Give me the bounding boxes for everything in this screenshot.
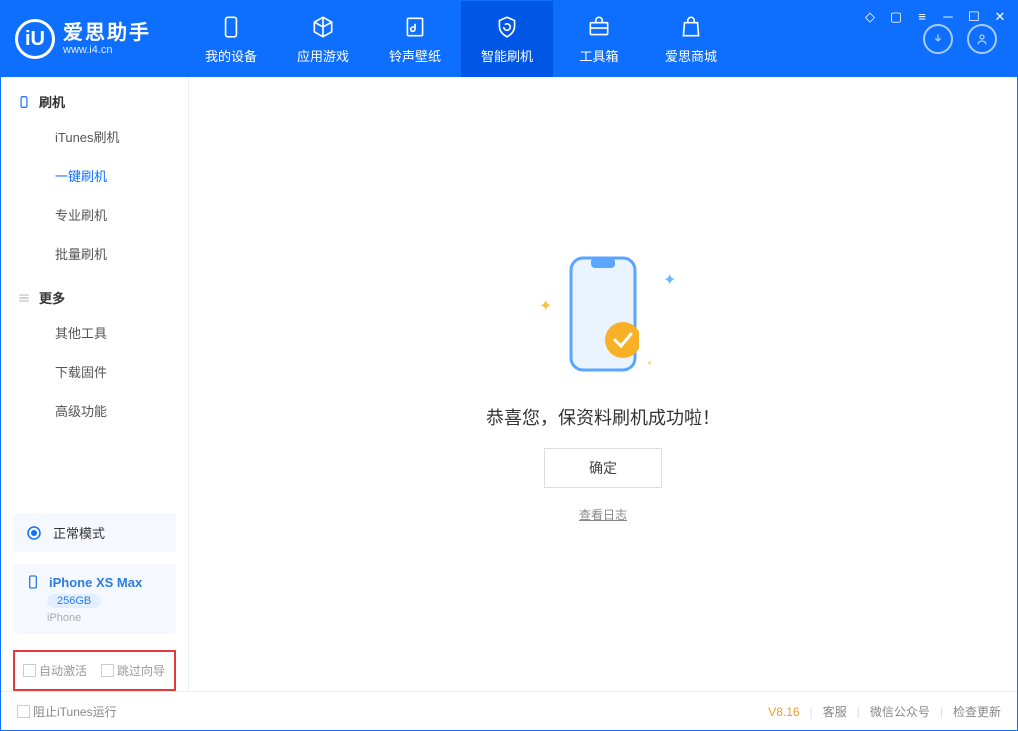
phone-small-icon <box>17 95 31 109</box>
tab-store[interactable]: 爱思商城 <box>645 1 737 77</box>
tab-store-label: 爱思商城 <box>665 46 717 65</box>
version-label: V8.16 <box>768 705 799 719</box>
view-log-link[interactable]: 查看日志 <box>579 506 627 523</box>
main-content: ✦ ✦ ✦ 恭喜您，保资料刷机成功啦！ 确定 查看日志 <box>189 77 1017 691</box>
menu-icon[interactable]: ≡ <box>915 9 929 24</box>
music-icon <box>402 14 428 40</box>
window-controls: ◇ ▢ ≡ － ☐ ✕ <box>863 7 1007 26</box>
tab-apps-label: 应用游戏 <box>297 46 349 65</box>
tab-apps[interactable]: 应用游戏 <box>277 1 369 77</box>
list-icon <box>17 291 31 305</box>
minimize-button[interactable]: － <box>941 7 955 26</box>
tab-flash[interactable]: 智能刷机 <box>461 1 553 77</box>
sidebar-item-itunes[interactable]: iTunes刷机 <box>1 117 188 156</box>
feedback-icon[interactable]: ▢ <box>889 9 903 25</box>
sidebar-section-more-label: 更多 <box>39 288 65 307</box>
toolbox-icon <box>586 14 612 40</box>
device-name: iPhone XS Max <box>49 575 142 590</box>
logo-icon: iU <box>15 19 55 59</box>
app-name: 爱思助手 <box>63 22 151 44</box>
auto-activate-checkbox[interactable]: 自动激活 <box>23 662 87 679</box>
tab-tools-label: 工具箱 <box>579 46 618 65</box>
customer-service-link[interactable]: 客服 <box>823 703 847 720</box>
app-logo: iU 爱思助手 www.i4.cn <box>15 19 185 59</box>
tab-tools[interactable]: 工具箱 <box>553 1 645 77</box>
header-right <box>923 24 997 54</box>
sidebar: 刷机 iTunes刷机 一键刷机 专业刷机 批量刷机 更多 其他工具 下载固件 … <box>1 77 189 691</box>
ok-button[interactable]: 确定 <box>544 448 662 488</box>
user-icon <box>974 31 990 47</box>
shield-refresh-icon <box>494 14 520 40</box>
sidebar-item-firmware[interactable]: 下载固件 <box>1 352 188 391</box>
tab-device[interactable]: 我的设备 <box>185 1 277 77</box>
close-button[interactable]: ✕ <box>993 9 1007 25</box>
phone-icon <box>218 14 244 40</box>
sidebar-section-more: 更多 <box>1 273 188 313</box>
skip-guide-checkbox[interactable]: 跳过向导 <box>101 662 165 679</box>
sidebar-section-flash: 刷机 <box>1 77 188 117</box>
device-capacity: 256GB <box>47 594 101 608</box>
device-icon <box>25 574 41 590</box>
sidebar-item-other[interactable]: 其他工具 <box>1 313 188 352</box>
device-type: iPhone <box>47 612 81 624</box>
skip-guide-label: 跳过向导 <box>117 664 165 678</box>
maximize-button[interactable]: ☐ <box>967 9 981 25</box>
bag-icon <box>678 14 704 40</box>
tab-ringtone[interactable]: 铃声壁纸 <box>369 1 461 77</box>
wechat-link[interactable]: 微信公众号 <box>870 703 930 720</box>
main-tabs: 我的设备 应用游戏 铃声壁纸 智能刷机 工具箱 爱思商城 <box>185 1 737 77</box>
tab-ringtone-label: 铃声壁纸 <box>389 46 441 65</box>
sidebar-item-advanced[interactable]: 高级功能 <box>1 391 188 430</box>
download-button[interactable] <box>923 24 953 54</box>
sidebar-item-batch[interactable]: 批量刷机 <box>1 234 188 273</box>
tab-flash-label: 智能刷机 <box>481 46 533 65</box>
block-itunes-checkbox[interactable]: 阻止iTunes运行 <box>17 703 117 720</box>
mode-icon <box>25 524 43 542</box>
auto-activate-label: 自动激活 <box>39 664 87 678</box>
check-update-link[interactable]: 检查更新 <box>953 703 1001 720</box>
skin-icon[interactable]: ◇ <box>863 9 877 25</box>
success-illustration: ✦ ✦ ✦ <box>533 246 673 386</box>
app-url: www.i4.cn <box>63 44 151 56</box>
success-message: 恭喜您，保资料刷机成功啦！ <box>486 404 720 430</box>
sidebar-item-oneclick[interactable]: 一键刷机 <box>1 156 188 195</box>
sidebar-section-flash-label: 刷机 <box>39 92 65 111</box>
mode-label: 正常模式 <box>53 523 105 542</box>
user-button[interactable] <box>967 24 997 54</box>
statusbar: 阻止iTunes运行 V8.16 | 客服 | 微信公众号 | 检查更新 <box>1 691 1017 731</box>
cube-icon <box>310 14 336 40</box>
block-itunes-label: 阻止iTunes运行 <box>33 705 117 719</box>
tab-device-label: 我的设备 <box>205 46 257 65</box>
download-icon <box>930 31 946 47</box>
mode-card[interactable]: 正常模式 <box>13 513 176 552</box>
sidebar-item-pro[interactable]: 专业刷机 <box>1 195 188 234</box>
options-row: 自动激活 跳过向导 <box>13 650 176 691</box>
titlebar: iU 爱思助手 www.i4.cn 我的设备 应用游戏 铃声壁纸 智能刷机 工具… <box>1 1 1017 77</box>
device-card[interactable]: iPhone XS Max 256GB iPhone <box>13 564 176 634</box>
phone-success-icon <box>567 254 639 374</box>
